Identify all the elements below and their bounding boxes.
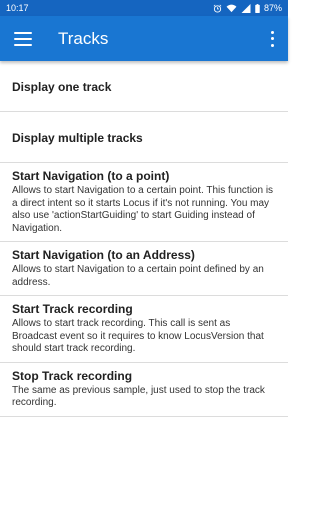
tracks-list: Display one track Display multiple track… [0,61,288,417]
list-item-title: Start Navigation (to an Address) [12,248,195,262]
list-item-title: Display one track [12,79,112,94]
list-item-display-one-track[interactable]: Display one track [0,61,288,112]
list-item-display-multiple-tracks[interactable]: Display multiple tracks [0,112,288,163]
list-item-title: Stop Track recording [12,368,133,383]
list-item-description: Allows to start track recording. This ca… [12,318,264,354]
list-item-start-navigation-point[interactable]: Start Navigation (to a point) Allows to … [0,163,288,242]
list-item-description: Allows to start Navigation to a certain … [12,264,264,288]
list-item-start-track-recording[interactable]: Start Track recording Allows to start tr… [0,296,288,363]
status-bar: 10:17 87% [0,0,288,16]
status-icons: 87% [213,3,282,13]
battery-icon [255,3,260,13]
signal-icon [241,3,251,13]
list-item-description: The same as previous sample, just used t… [12,384,265,409]
list-item-title: Start Navigation (to a point) [12,169,170,183]
page-title: Tracks [58,28,109,48]
app-bar: Tracks [0,16,288,61]
list-item-title: Start Track recording [12,302,133,316]
list-item-start-navigation-address[interactable]: Start Navigation (to an Address) Allows … [0,242,288,296]
list-item-description: Allows to start Navigation to a certain … [12,185,274,234]
list-item-stop-track-recording[interactable]: Stop Track recording The same as previou… [0,363,288,417]
alarm-icon [213,4,222,13]
battery-percent: 87% [263,3,282,13]
more-vertical-icon[interactable] [264,29,280,49]
status-time: 10:17 [6,3,29,13]
hamburger-menu-icon[interactable] [14,31,32,46]
wifi-icon [226,4,237,12]
list-item-title: Display multiple tracks [12,130,143,145]
